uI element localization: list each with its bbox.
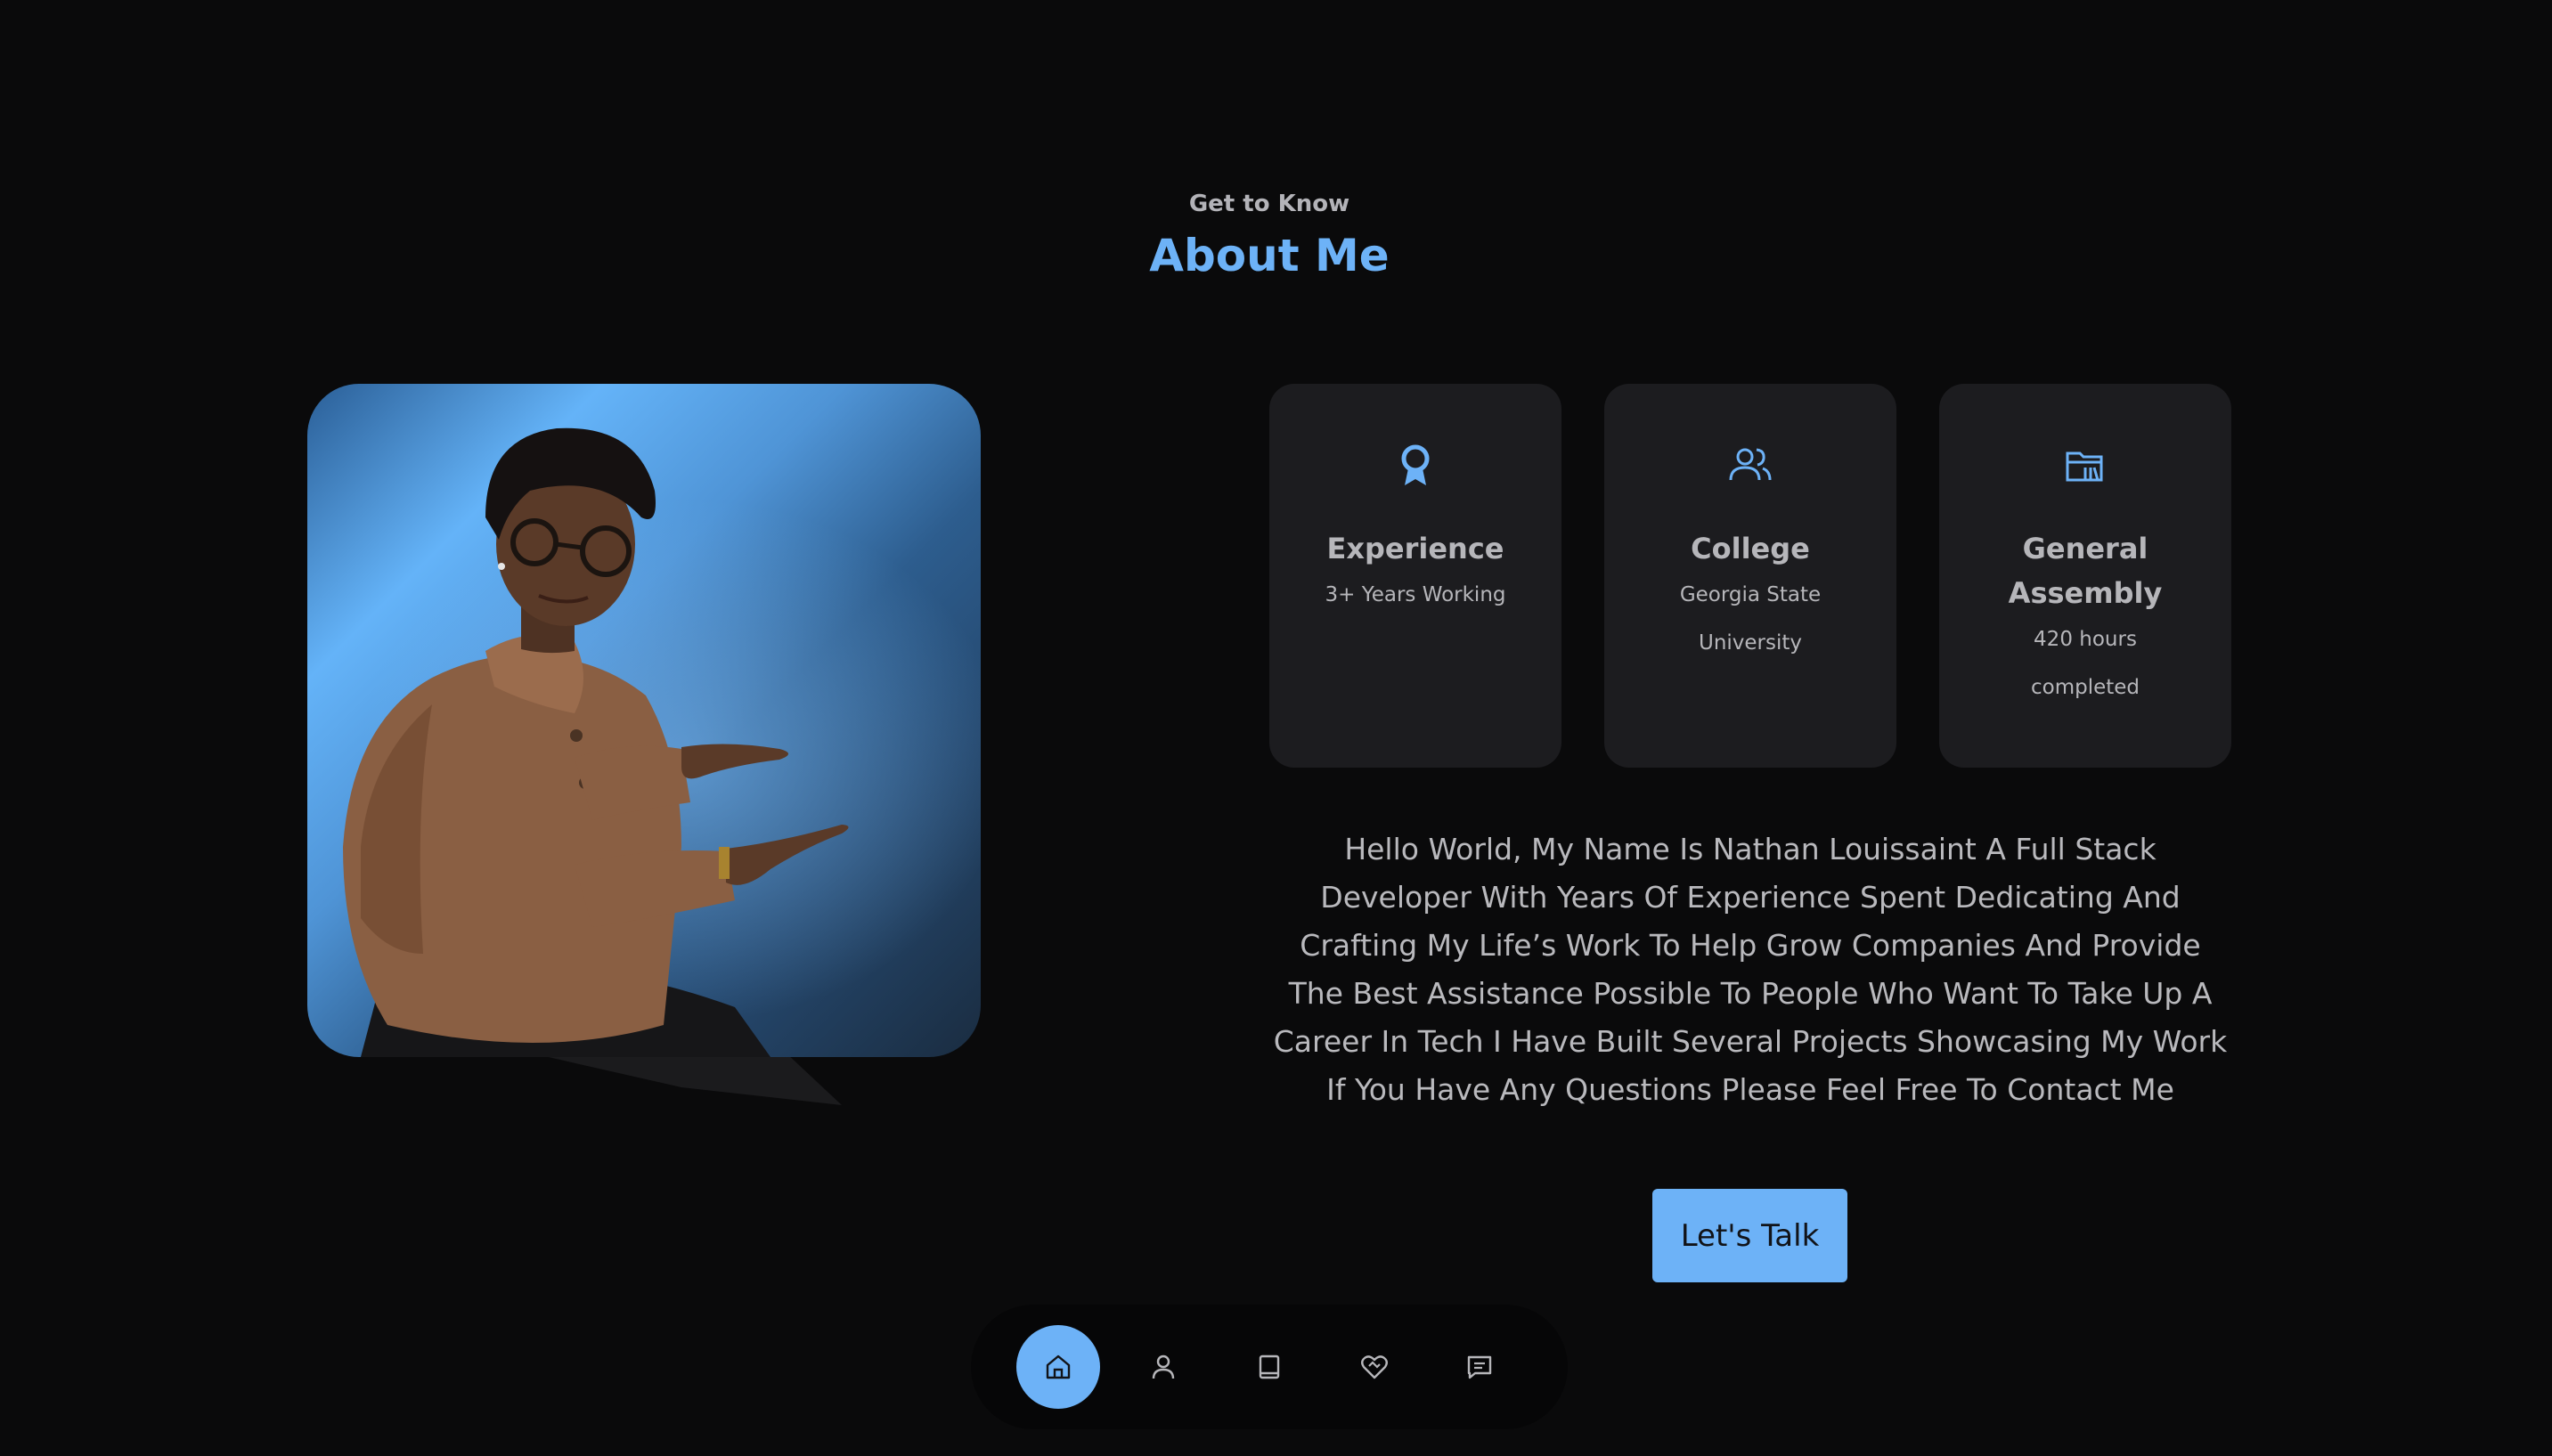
section-eyebrow: Get to Know (1188, 191, 1350, 217)
card-detail: completed (2030, 676, 2140, 699)
card-title-line: Assembly (2008, 576, 2163, 610)
section-title: About Me (1149, 230, 1390, 281)
college-card: College Georgia State University (1604, 384, 1896, 768)
folder-icon (2066, 451, 2103, 482)
card-title: General Assembly (1939, 526, 2231, 615)
person-photo (343, 427, 849, 1057)
nav-home[interactable] (1016, 1325, 1100, 1409)
book-icon (1259, 1354, 1280, 1379)
nav-contact[interactable] (1438, 1325, 1521, 1409)
general-assembly-card: General Assembly 420 hours completed (1939, 384, 2231, 768)
bottom-nav (971, 1305, 1568, 1429)
heart-handshake-icon (1361, 1355, 1388, 1379)
award-icon (1401, 444, 1430, 485)
nav-services[interactable] (1333, 1325, 1416, 1409)
portrait-frame (307, 384, 981, 1057)
card-detail: 3+ Years Working (1325, 583, 1506, 606)
card-title: College (1691, 532, 1810, 565)
users-icon (1729, 448, 1772, 481)
card-title-line: General (2022, 532, 2148, 565)
lets-talk-button[interactable]: Let's Talk (1652, 1189, 1847, 1282)
card-detail: 420 hours (2034, 628, 2137, 651)
message-icon (1467, 1355, 1492, 1379)
home-icon (1046, 1354, 1071, 1379)
nav-about[interactable] (1121, 1325, 1205, 1409)
profile-portrait (307, 384, 981, 1105)
bio-text: Hello World, My Name Is Nathan Louissain… (1273, 832, 2228, 1107)
about-section: Get to Know About Me Experience 3+ Years… (0, 0, 2552, 1456)
card-title: Experience (1326, 532, 1504, 565)
card-detail: Georgia State (1679, 583, 1822, 606)
experience-card: Experience 3+ Years Working (1269, 384, 1561, 768)
card-detail: University (1698, 631, 1803, 655)
user-icon (1152, 1354, 1175, 1379)
nav-experience[interactable] (1227, 1325, 1311, 1409)
